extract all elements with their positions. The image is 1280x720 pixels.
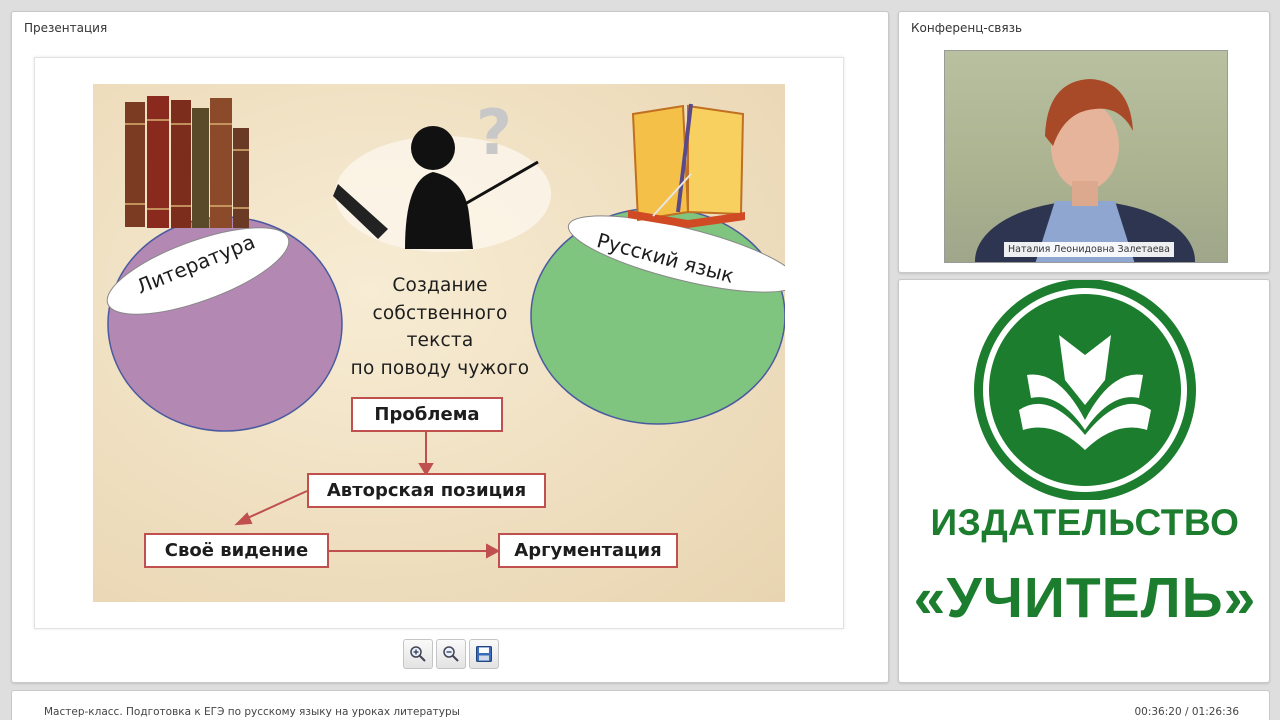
slide-frame: ? Литература Русский язык Создание собст… xyxy=(34,57,844,629)
center-title-line: собственного xyxy=(372,302,508,324)
speaker-name-tag: Наталия Леонидовна Залетаева xyxy=(1004,242,1174,257)
publisher-logo-panel: ИЗДАТЕЛЬСТВО «УЧИТЕЛЬ» xyxy=(898,279,1270,683)
slide-toolbar xyxy=(403,639,499,669)
zoom-in-button[interactable] xyxy=(403,639,433,669)
teacher-silhouette: ? xyxy=(333,96,551,252)
own-vision-box: Своё видение xyxy=(144,533,329,568)
conference-panel: Конференц-связь Наталия Леонидовна Залет… xyxy=(898,11,1270,273)
zoom-out-button[interactable] xyxy=(436,639,466,669)
presentation-panel-title: Презентация xyxy=(24,21,108,35)
problem-box: Проблема xyxy=(351,397,503,432)
argumentation-box: Аргументация xyxy=(498,533,678,568)
speaker-video-frame xyxy=(975,79,1195,262)
save-icon xyxy=(476,646,492,662)
presentation-panel: Презентация ? Литература Русский язык Со… xyxy=(11,11,889,683)
footer-bar: Мастер-класс. Подготовка к ЕГЭ по русско… xyxy=(11,690,1270,720)
conference-panel-title: Конференц-связь xyxy=(911,21,1023,35)
center-title-line: текста xyxy=(406,330,474,351)
svg-text:?: ? xyxy=(476,96,512,169)
books-illustration xyxy=(125,96,249,228)
publisher-name-line2: «УЧИТЕЛЬ» xyxy=(913,566,1257,630)
center-title-line: Создание xyxy=(392,275,488,296)
publisher-name-line1: ИЗДАТЕЛЬСТВО xyxy=(930,502,1240,543)
author-position-box: Авторская позиция xyxy=(307,473,546,508)
open-book-illustration xyxy=(628,103,745,228)
publisher-logo-icon xyxy=(974,280,1196,500)
zoom-out-icon xyxy=(443,646,459,662)
slide: ? Литература Русский язык Создание собст… xyxy=(93,84,785,602)
playback-time: 00:36:20 / 01:26:36 xyxy=(1134,706,1239,718)
speaker-video[interactable]: Наталия Леонидовна Залетаева xyxy=(944,50,1228,263)
save-button[interactable] xyxy=(469,639,499,669)
center-title: Создание собственного текста по поводу ч… xyxy=(325,272,555,382)
center-title-line: по поводу чужого xyxy=(350,357,530,379)
zoom-in-icon xyxy=(410,646,426,662)
webinar-title: Мастер-класс. Подготовка к ЕГЭ по русско… xyxy=(44,706,460,718)
